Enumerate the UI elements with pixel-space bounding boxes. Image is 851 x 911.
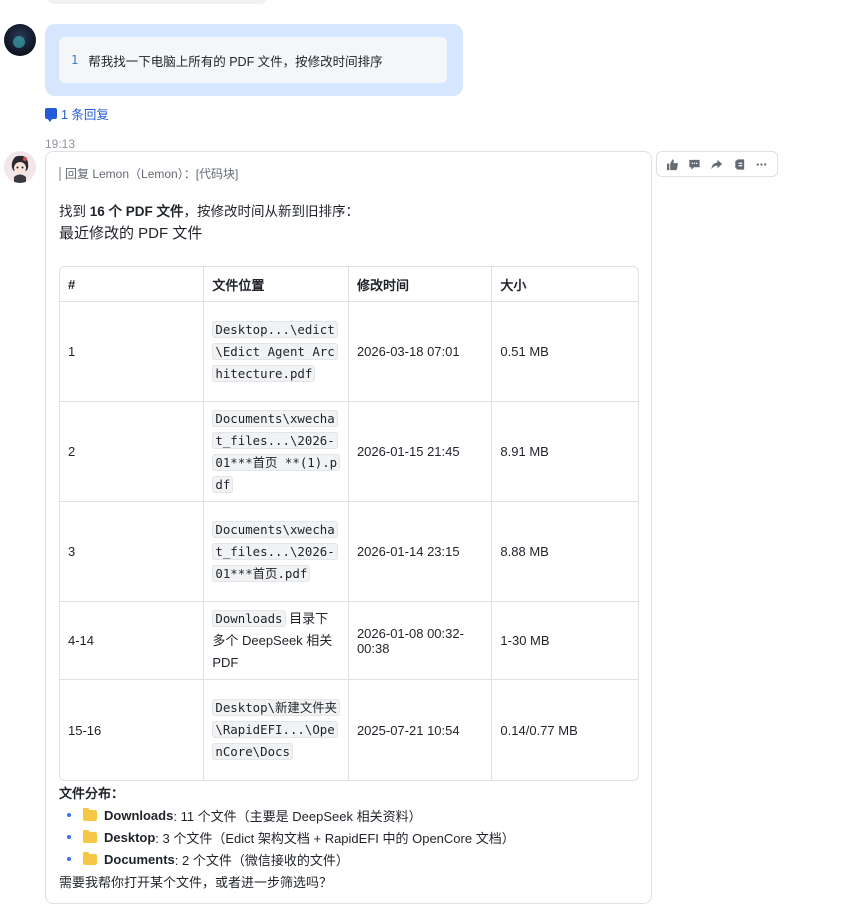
folder-icon [83, 829, 97, 843]
file-path-code: Desktop\新建文件夹\RapidEFI...\OpenCore\Docs [212, 699, 340, 760]
folder-icon [83, 851, 97, 865]
bot-avatar[interactable] [4, 151, 36, 183]
modified-time: 2026-01-14 23:15 [348, 502, 493, 602]
bot-message-card: 回复 Lemon（Lemon）：[代码块] 找到 16 个 PDF 文件，按修改… [45, 151, 652, 904]
reply-count-label: 1 条回复 [61, 108, 109, 122]
list-item: Downloads : 11 个文件（主要是 DeepSeek 相关资料） [67, 804, 515, 826]
forward-icon[interactable] [709, 156, 725, 172]
table-row: 3 Documents\xwechat_files...\2026-01***首… [60, 502, 638, 602]
message-timestamp: 19:13 [45, 137, 76, 151]
file-location: Documents\xwechat_files...\2026-01***首页.… [204, 502, 349, 602]
column-header-location: 文件位置 [204, 267, 349, 302]
row-number: 2 [60, 402, 205, 502]
file-size: 8.91 MB [492, 402, 638, 502]
bullet-icon [67, 835, 71, 839]
bullet-icon [67, 813, 71, 817]
column-header-number: # [60, 267, 205, 302]
modified-time: 2026-01-15 21:45 [348, 402, 493, 502]
reply-bubble-icon [45, 108, 57, 122]
folder-name: Desktop [104, 829, 156, 845]
more-icon[interactable] [754, 156, 770, 172]
table-row: 15-16 Desktop\新建文件夹\RapidEFI...\OpenCore… [60, 680, 638, 780]
file-size: 8.88 MB [492, 502, 638, 602]
reply-count-link[interactable]: 1 条回复 [45, 104, 109, 123]
bullet-icon [67, 857, 71, 861]
previous-message-stub [46, 0, 268, 4]
intro-text: 找到 16 个 PDF 文件，按修改时间从新到旧排序： [59, 200, 359, 220]
table-row: 2 Documents\xwechat_files...\2026-01***首… [60, 402, 638, 502]
row-number: 4-14 [60, 602, 205, 680]
file-location: Downloads 目录下多个 DeepSeek 相关 PDF [204, 602, 349, 680]
comment-icon[interactable] [687, 156, 703, 172]
file-size: 0.51 MB [492, 302, 638, 402]
folder-detail: : 11 个文件（主要是 DeepSeek 相关资料） [173, 808, 422, 824]
list-item: Documents : 2 个文件（微信接收的文件） [67, 848, 515, 870]
row-number: 1 [60, 302, 205, 402]
intro-prefix: 找到 [59, 204, 90, 219]
folder-name: Documents [104, 851, 175, 867]
column-header-size: 大小 [492, 267, 638, 302]
file-path-code: Downloads [212, 609, 286, 627]
thumbs-up-icon[interactable] [664, 156, 680, 172]
closing-question: 需要我帮你打开某个文件，或者进一步筛选吗？ [59, 875, 333, 890]
modified-time: 2025-07-21 10:54 [349, 680, 493, 780]
table-row: 4-14 Downloads 目录下多个 DeepSeek 相关 PDF 202… [60, 602, 638, 680]
intro-suffix: ，按修改时间从新到旧排序： [183, 204, 360, 219]
file-size: 1-30 MB [492, 602, 638, 680]
folder-name: Downloads [104, 807, 174, 823]
message-action-toolbar [656, 151, 778, 177]
file-location: Documents\xwechat_files...\2026-01***首页 … [204, 402, 349, 502]
table-row: 1 Desktop...\edict\Edict Agent Architect… [60, 302, 638, 402]
bot-avatar-image [4, 151, 36, 183]
row-number: 3 [60, 502, 205, 602]
modified-time: 2026-03-18 07:01 [348, 302, 493, 402]
user-code-block: 1 帮我找一下电脑上所有的 PDF 文件，按修改时间排序 [59, 37, 447, 83]
distribution-title: 文件分布： [59, 786, 125, 801]
folder-detail: : 3 个文件（Edict 架构文档 + RapidEFI 中的 OpenCor… [155, 830, 515, 846]
user-message-text: 帮我找一下电脑上所有的 PDF 文件，按修改时间排序 [88, 54, 383, 69]
modified-time: 2026-01-08 00:32-00:38 [348, 602, 493, 680]
row-number: 15-16 [60, 680, 205, 780]
code-line-number: 1 [71, 53, 79, 67]
pin-icon[interactable] [731, 156, 747, 172]
file-size: 0.14/0.77 MB [500, 722, 578, 738]
folder-icon [83, 807, 97, 821]
pdf-files-table: # 文件位置 修改时间 大小 1 Desktop...\edict\Edict … [59, 266, 639, 781]
section-heading: 最近修改的 PDF 文件 [59, 225, 203, 242]
file-path-code: Documents\xwechat_files...\2026-01***首页.… [212, 520, 338, 582]
user-avatar[interactable] [4, 24, 36, 56]
list-item: Desktop : 3 个文件（Edict 架构文档 + RapidEFI 中的… [67, 826, 515, 848]
file-location: Desktop\新建文件夹\RapidEFI...\OpenCore\Docs [204, 680, 349, 780]
distribution-list: Downloads : 11 个文件（主要是 DeepSeek 相关资料） De… [67, 804, 515, 870]
reply-quote[interactable]: 回复 Lemon（Lemon）：[代码块] [59, 167, 238, 181]
file-location: Desktop...\edict\Edict Agent Architectur… [204, 302, 349, 402]
user-message-bubble: 1 帮我找一下电脑上所有的 PDF 文件，按修改时间排序 [45, 24, 463, 96]
file-path-code: Documents\xwechat_files...\2026-01***首页 … [212, 409, 341, 493]
intro-bold: 16 个 PDF 文件 [89, 204, 184, 219]
folder-detail: : 2 个文件（微信接收的文件） [174, 852, 349, 868]
file-path-code: Desktop...\edict\Edict Agent Architectur… [212, 320, 338, 382]
column-header-modified: 修改时间 [348, 267, 493, 302]
